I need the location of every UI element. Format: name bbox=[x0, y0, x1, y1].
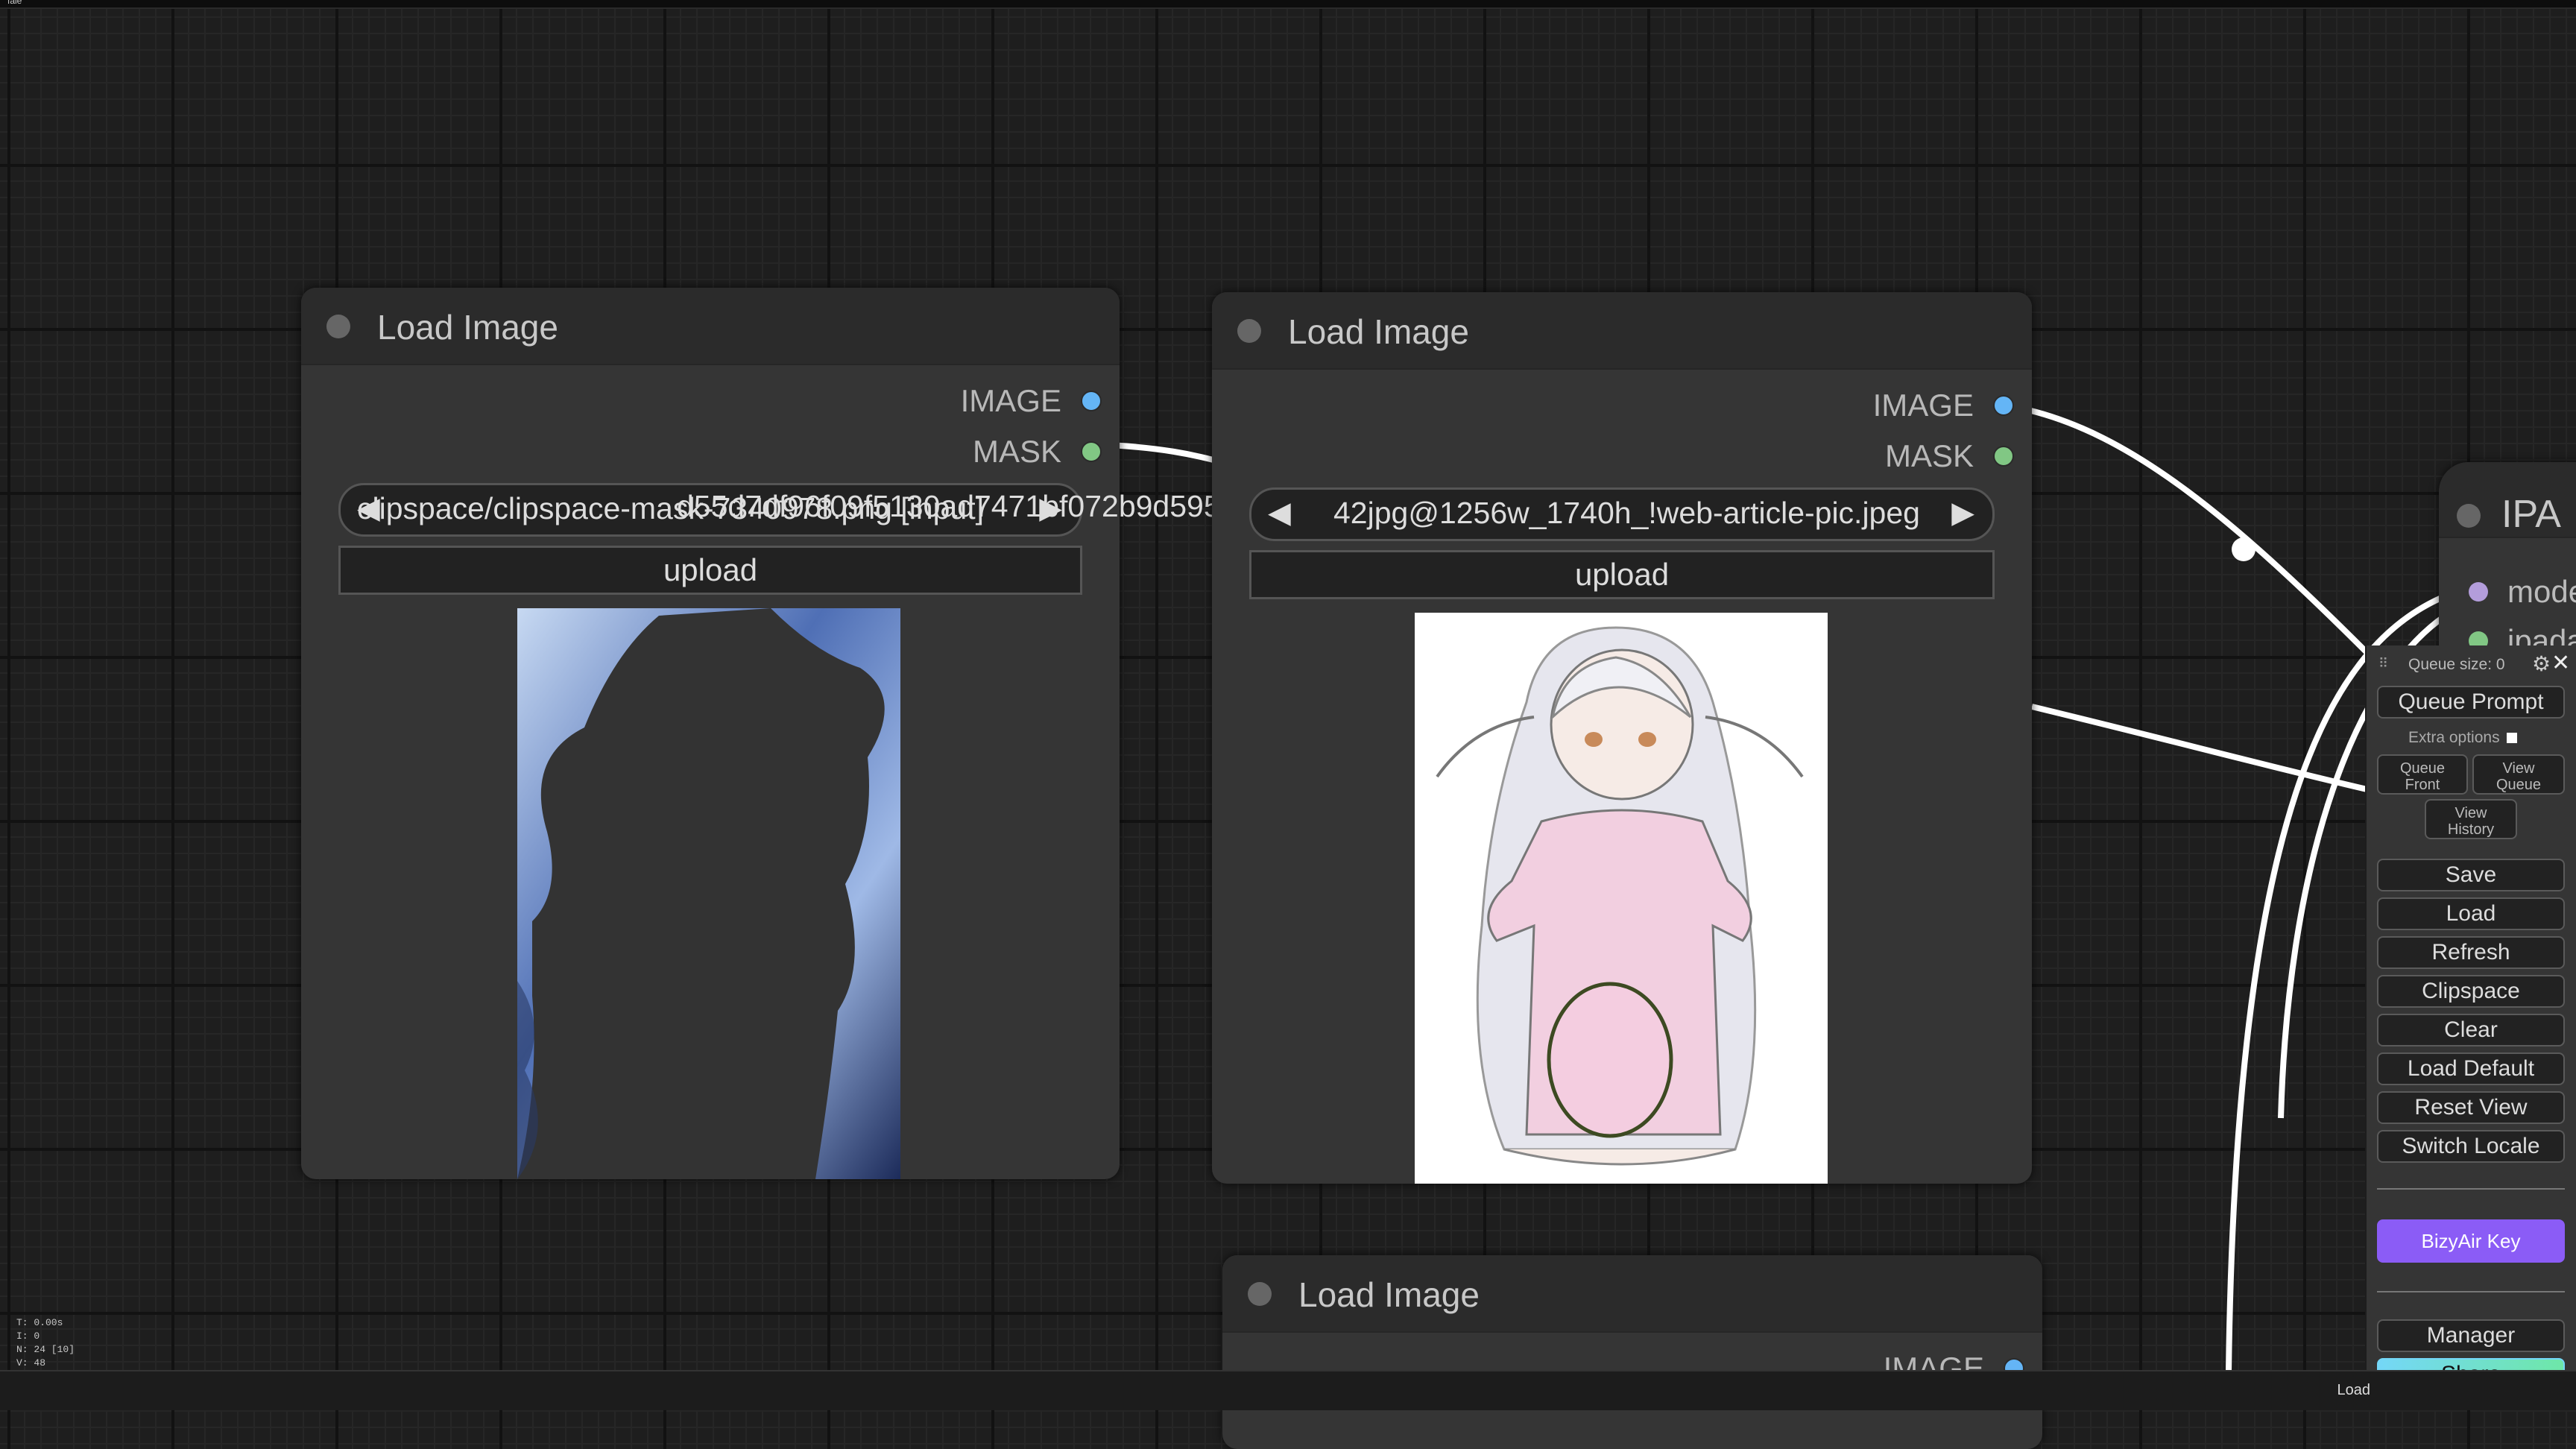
bizyair-key-button[interactable]: BizyAir Key bbox=[2377, 1219, 2565, 1263]
panel-divider bbox=[2377, 1188, 2565, 1190]
load-image-node-3[interactable]: Load Image IMAGE bbox=[1222, 1255, 2042, 1449]
switch-locale-button[interactable]: Switch Locale bbox=[2377, 1130, 2565, 1163]
input-label: mode bbox=[2507, 574, 2576, 609]
node-collapse-dot[interactable] bbox=[1248, 1282, 1272, 1306]
output-label: MASK bbox=[972, 434, 1061, 469]
output-label: IMAGE bbox=[1872, 388, 1974, 423]
manager-button[interactable]: Manager bbox=[2377, 1319, 2565, 1352]
node-title: Load Image bbox=[1288, 312, 1469, 351]
extra-options-label: Extra options bbox=[2408, 729, 2518, 747]
drag-handle-icon[interactable]: ⠿ bbox=[2378, 656, 2388, 672]
queue-size-label: Queue size: 0 bbox=[2408, 656, 2505, 673]
reset-view-button[interactable]: Reset View bbox=[2377, 1091, 2565, 1124]
view-history-button[interactable]: View History bbox=[2425, 799, 2517, 839]
queue-panel-header[interactable]: ⠿ Queue size: 0 ⚙ ✕ bbox=[2367, 645, 2576, 683]
render-stats: T: 0.00s I: 0 N: 24 [10] V: 48 bbox=[16, 1317, 75, 1368]
node-title: IPA bbox=[2501, 493, 2561, 536]
load-default-button[interactable]: Load Default bbox=[2377, 1052, 2565, 1085]
extra-options-checkbox[interactable] bbox=[2507, 733, 2518, 744]
input-port-model[interactable] bbox=[2469, 582, 2488, 602]
image-preview bbox=[1415, 613, 1828, 1184]
node-title: Load Image bbox=[1298, 1275, 1480, 1314]
clear-button[interactable]: Clear bbox=[2377, 1014, 2565, 1046]
node-title: Load Image bbox=[377, 308, 558, 347]
save-button[interactable]: Save bbox=[2377, 859, 2565, 891]
node-collapse-dot[interactable] bbox=[1237, 319, 1261, 343]
queue-front-button[interactable]: Queue Front bbox=[2377, 754, 2468, 795]
node-title-bar[interactable]: IPA bbox=[2439, 462, 2576, 538]
refresh-button[interactable]: Refresh bbox=[2377, 936, 2565, 969]
view-queue-button[interactable]: View Queue bbox=[2472, 754, 2565, 795]
input-model[interactable]: mode bbox=[2469, 574, 2576, 610]
image-filename-combo[interactable]: ◀ 42jpg@1256w_1740h_!web-article-pic.jpe… bbox=[1249, 487, 1995, 541]
load-image-node-2[interactable]: Load Image IMAGE MASK ◀ 42jpg@1256w_1740… bbox=[1212, 292, 2032, 1184]
queue-panel[interactable]: ⠿ Queue size: 0 ⚙ ✕ Queue Prompt Extra o… bbox=[2365, 645, 2576, 1409]
panel-divider bbox=[2377, 1291, 2565, 1292]
status-load-label: Load bbox=[2337, 1382, 2371, 1398]
node-collapse-dot[interactable] bbox=[2457, 504, 2481, 528]
load-image-node-1[interactable]: Load Image IMAGE MASK ◀ clipspace/clipsp… bbox=[301, 288, 1120, 1179]
output-mask[interactable]: MASK bbox=[1885, 438, 2014, 474]
status-bar: Load bbox=[0, 1370, 2576, 1410]
queue-prompt-button[interactable]: Queue Prompt bbox=[2377, 686, 2565, 719]
output-image[interactable]: IMAGE bbox=[961, 383, 1102, 419]
upload-button[interactable]: upload bbox=[338, 546, 1082, 595]
upload-button[interactable]: upload bbox=[1249, 550, 1995, 599]
close-icon[interactable]: ✕ bbox=[2551, 650, 2570, 676]
image-preview bbox=[517, 608, 900, 1179]
output-port-mask[interactable] bbox=[1993, 446, 2014, 467]
gear-icon[interactable]: ⚙ bbox=[2532, 651, 2551, 676]
node-title-bar[interactable]: Load Image bbox=[1212, 292, 2032, 370]
combo-next-arrow[interactable]: ▶ bbox=[1951, 496, 1974, 530]
output-port-mask[interactable] bbox=[1081, 441, 1102, 462]
node-title-bar[interactable]: Load Image bbox=[1222, 1255, 2042, 1333]
output-mask[interactable]: MASK bbox=[973, 434, 1102, 470]
output-label: MASK bbox=[1884, 438, 1974, 473]
output-port-image[interactable] bbox=[1081, 391, 1102, 411]
load-button[interactable]: Load bbox=[2377, 897, 2565, 930]
output-port-image[interactable] bbox=[1993, 395, 2014, 416]
combo-prev-arrow[interactable]: ◀ bbox=[1268, 496, 1291, 530]
node-collapse-dot[interactable] bbox=[326, 315, 350, 338]
clipspace-button[interactable]: Clipspace bbox=[2377, 975, 2565, 1008]
node-title-bar[interactable]: Load Image bbox=[301, 288, 1120, 365]
output-image[interactable]: IMAGE bbox=[1873, 388, 2014, 423]
combo-value: 42jpg@1256w_1740h_!web-article-pic.jpeg bbox=[1333, 496, 1920, 530]
output-label: IMAGE bbox=[960, 383, 1061, 418]
